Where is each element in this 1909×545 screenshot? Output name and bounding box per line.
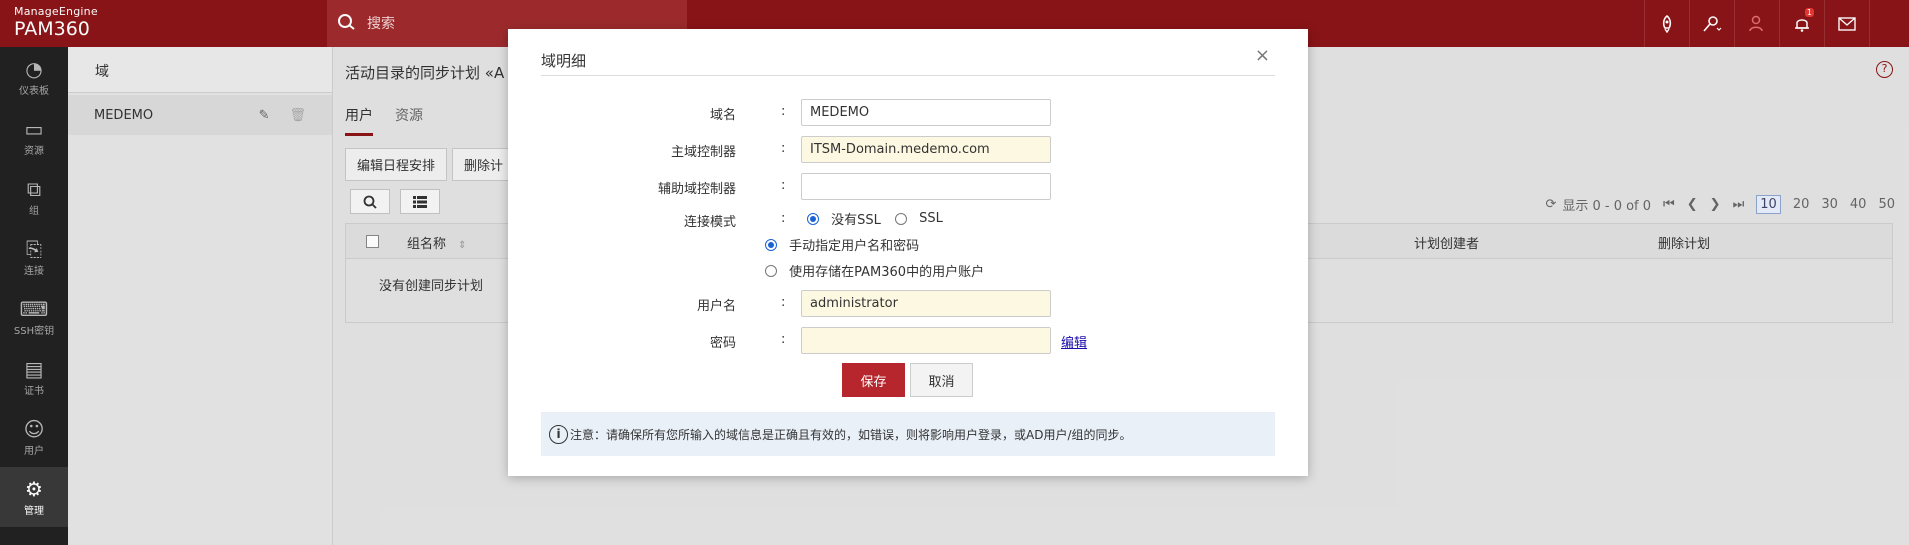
primary-dc-field[interactable]	[801, 136, 1051, 163]
password-field[interactable]	[801, 327, 1051, 354]
close-icon[interactable]: ×	[1255, 45, 1270, 66]
username-label: 用户名	[696, 299, 736, 314]
colon: :	[781, 178, 786, 193]
password-row: 密码 : 编辑	[508, 325, 1308, 355]
secondary-dc-field[interactable]	[801, 173, 1051, 200]
domain-detail-dialog: 域明细 × 域名 : 主域控制器 : 辅助域控制器 : 连接模式 : 没有SSL…	[508, 29, 1308, 476]
cancel-button[interactable]: 取消	[910, 363, 973, 397]
info-icon: i	[549, 424, 568, 444]
colon: :	[781, 104, 786, 119]
colon: :	[781, 295, 786, 310]
edit-password-link[interactable]: 编辑	[1061, 332, 1087, 351]
note-text: 注意：请确保所有您所输入的域信息是正确且有效的，如错误，则将影响用户登录，或AD…	[570, 427, 1132, 442]
conn-mode-label: 连接模式	[683, 215, 736, 230]
manual-cred-label: 手动指定用户名和密码	[789, 239, 920, 254]
colon: :	[781, 332, 786, 347]
colon: :	[781, 141, 786, 156]
ssl-radio[interactable]	[895, 212, 908, 225]
primary-dc-label: 主域控制器	[670, 145, 736, 160]
divider	[541, 75, 1275, 76]
domain-field[interactable]	[801, 99, 1051, 126]
domain-label: 域名	[709, 108, 736, 123]
colon: :	[781, 211, 786, 226]
password-label: 密码	[709, 336, 736, 351]
no-ssl-label: 没有SSL	[831, 213, 881, 228]
username-row: 用户名 :	[508, 288, 1308, 318]
manual-cred-radio[interactable]	[765, 238, 777, 251]
stored-cred-label: 使用存储在PAM360中的用户账户	[789, 265, 985, 280]
secondary-dc-label: 辅助域控制器	[657, 182, 736, 197]
stored-cred-radio[interactable]	[765, 264, 777, 277]
note-banner: i 注意：请确保所有您所输入的域信息是正确且有效的，如错误，则将影响用户登录，或…	[541, 412, 1275, 456]
primary-dc-row: 主域控制器 :	[508, 134, 1308, 164]
no-ssl-radio[interactable]	[807, 212, 819, 225]
save-button[interactable]: 保存	[842, 363, 905, 397]
dialog-title: 域明细	[541, 52, 587, 70]
secondary-dc-row: 辅助域控制器 :	[508, 171, 1308, 201]
stored-cred-row: 使用存储在PAM360中的用户账户	[508, 255, 1308, 285]
username-field[interactable]	[801, 290, 1051, 317]
domain-row: 域名 :	[508, 97, 1308, 127]
ssl-label: SSL	[919, 211, 943, 226]
